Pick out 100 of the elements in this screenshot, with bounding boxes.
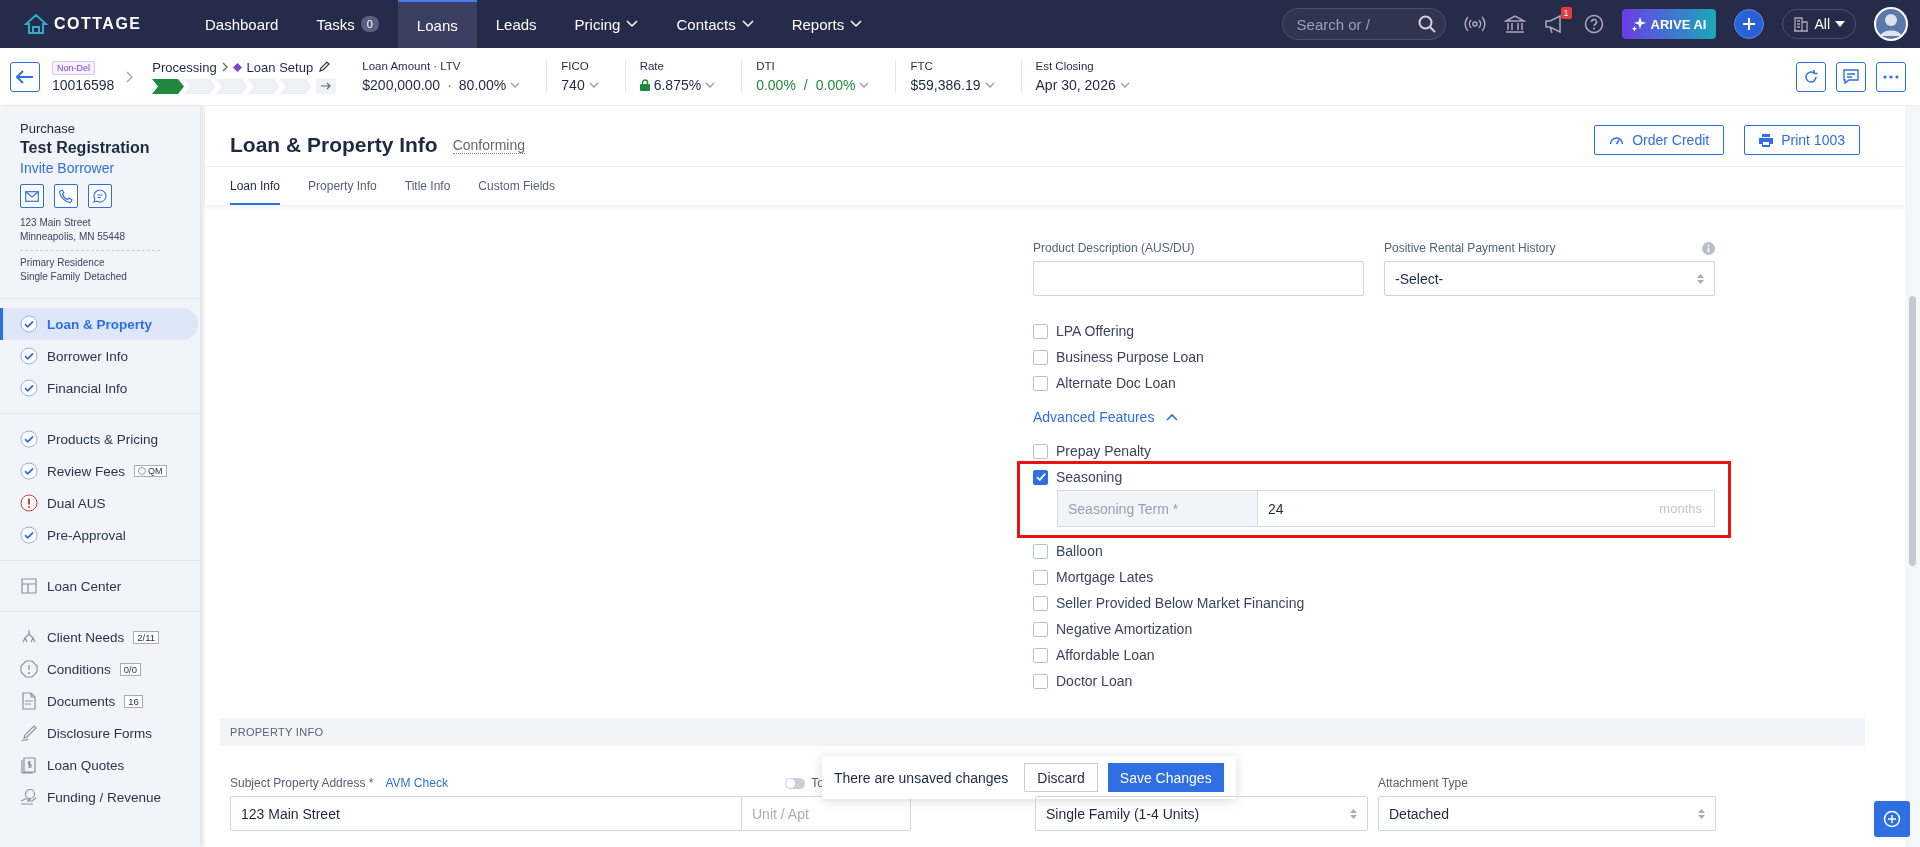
chevron-down-icon[interactable] (859, 82, 870, 88)
nav-tab[interactable]: Leads (476, 0, 556, 48)
diamond-icon (232, 62, 242, 72)
refresh-button[interactable] (1796, 61, 1826, 92)
print-button[interactable]: Print 1003 (1744, 125, 1860, 155)
sidebar-step[interactable]: Loan & Property (0, 308, 198, 340)
metric-label: FICO (561, 60, 590, 72)
help-icon[interactable] (1583, 14, 1604, 34)
checkbox[interactable] (1033, 375, 1048, 391)
seasoning-term-field[interactable]: Seasoning Term * 24 months (1057, 490, 1715, 527)
sidebar-step[interactable]: Dual AUS (0, 487, 198, 519)
advance-button[interactable] (316, 78, 337, 94)
nav-tab[interactable]: Contacts (657, 0, 773, 48)
add-button[interactable] (1734, 9, 1765, 39)
more-button[interactable] (1876, 61, 1906, 92)
page-tab[interactable]: Custom Fields (478, 167, 555, 205)
pencil-icon[interactable] (318, 61, 331, 73)
sidebar-step[interactable]: Borrower Info (0, 340, 198, 372)
sidebar-link[interactable]: Client Needs 2/11 (0, 621, 200, 653)
loan-tag: Non-Del (52, 60, 95, 75)
chevron-down-icon[interactable] (1119, 82, 1130, 88)
checkbox[interactable] (1033, 595, 1048, 611)
pen-icon (20, 724, 38, 742)
occupancy-text: Primary Residence (20, 256, 106, 270)
checkbox[interactable] (1033, 673, 1048, 689)
address-field[interactable]: 123 Main Street (230, 796, 742, 831)
discard-button[interactable]: Discard (1024, 763, 1098, 792)
address-line: 123 Main Street (20, 216, 92, 230)
checkbox[interactable] (1033, 349, 1048, 365)
scrollbar-thumb[interactable] (1909, 296, 1916, 566)
chevron-down-icon[interactable] (984, 82, 995, 88)
advanced-features-toggle[interactable]: Advanced Features (1033, 396, 1715, 438)
checkbox-label: Business Purpose Loan (1056, 349, 1204, 365)
comment-button[interactable] (1836, 61, 1866, 92)
sidebar-step[interactable]: Review Fees QM (0, 455, 198, 487)
chevron-down-icon[interactable] (705, 82, 716, 88)
page-tab[interactable]: Loan Info (230, 167, 281, 205)
order-credit-button[interactable]: Order Credit (1594, 125, 1725, 155)
sidebar-step[interactable]: Financial Info (0, 372, 198, 404)
property-type-text: Detached (84, 270, 127, 284)
sidebar-link[interactable]: Disclosure Forms (0, 717, 200, 749)
invite-link[interactable]: Invite Borrower (20, 160, 180, 176)
metric-label: DTI (756, 60, 776, 72)
phone-button[interactable] (54, 184, 78, 208)
chevron-right-icon (126, 70, 135, 83)
field-label: Attachment Type (1378, 776, 1469, 790)
save-changes-button[interactable]: Save Changes (1107, 763, 1224, 792)
toggle-switch[interactable] (785, 777, 806, 789)
broadcast-icon[interactable] (1463, 16, 1486, 32)
chevron-down-icon[interactable] (588, 82, 599, 88)
metric-value: 740 (561, 77, 585, 93)
checkbox[interactable] (1033, 647, 1048, 663)
plus-icon (1742, 17, 1757, 31)
attachment-type-select[interactable]: Detached (1378, 796, 1716, 831)
alert-octagon-icon (20, 660, 38, 678)
nav-tab[interactable]: Reports (772, 0, 882, 48)
sidebar-link[interactable]: Documents 16 (0, 685, 200, 717)
search-field[interactable]: Search or / (1281, 8, 1446, 40)
separator-slash: / (803, 77, 808, 93)
checkbox-label: Mortgage Lates (1056, 569, 1154, 585)
email-button[interactable] (20, 184, 44, 208)
sidebar-link[interactable]: Loan Center (0, 570, 200, 602)
checkbox[interactable] (1033, 543, 1048, 559)
bank-icon[interactable] (1503, 14, 1526, 34)
product-description-field[interactable] (1033, 261, 1364, 296)
checkbox[interactable] (1033, 443, 1048, 459)
section-title: PROPERTY INFO (230, 726, 324, 738)
sidebar-step[interactable]: Products & Pricing (0, 423, 198, 455)
sidebar-link[interactable]: Conditions 0/0 (0, 653, 200, 685)
sidebar-link[interactable]: Loan Quotes (0, 749, 200, 781)
loan-type-link[interactable]: Conforming (452, 136, 526, 154)
checkbox[interactable] (1033, 569, 1048, 585)
chat-button[interactable] (88, 184, 112, 208)
checkbox[interactable] (1033, 469, 1048, 485)
nav-tab[interactable]: Pricing (555, 0, 658, 48)
ai-button[interactable]: ARIVE AI (1621, 9, 1717, 39)
search-icon (1417, 15, 1436, 33)
nav-tab[interactable]: Dashboard (186, 0, 298, 48)
metric-value: Apr 30, 2026 (1035, 77, 1116, 93)
nav-tab[interactable]: Tasks 0 (297, 0, 398, 48)
page-title: Loan & Property Info (230, 133, 438, 157)
nav-tab[interactable]: Loans (397, 0, 477, 48)
dollar-document-icon (20, 756, 38, 774)
sidebar-link[interactable]: Funding / Revenue (0, 781, 200, 813)
checkbox[interactable] (1033, 621, 1048, 637)
avm-check-link[interactable]: AVM Check (385, 776, 448, 790)
avatar-icon[interactable] (1874, 7, 1908, 41)
page-tab[interactable]: Title Info (404, 167, 451, 205)
sort-arrows-icon (1350, 808, 1357, 819)
checkbox[interactable] (1033, 323, 1048, 339)
sidebar-step[interactable]: Pre-Approval (0, 519, 198, 551)
back-button[interactable] (10, 61, 40, 92)
property-type-select[interactable]: Single Family (1-4 Units) (1035, 796, 1368, 831)
page-tab[interactable]: Property Info (308, 167, 377, 205)
chevron-down-icon[interactable] (510, 82, 521, 88)
add-floating-button[interactable] (1874, 801, 1910, 837)
sort-arrows-icon (1698, 808, 1705, 819)
rental-history-select[interactable]: -Select- (1384, 261, 1715, 296)
unit-field[interactable]: Unit / Apt (741, 796, 911, 831)
comment-icon (1843, 68, 1859, 85)
